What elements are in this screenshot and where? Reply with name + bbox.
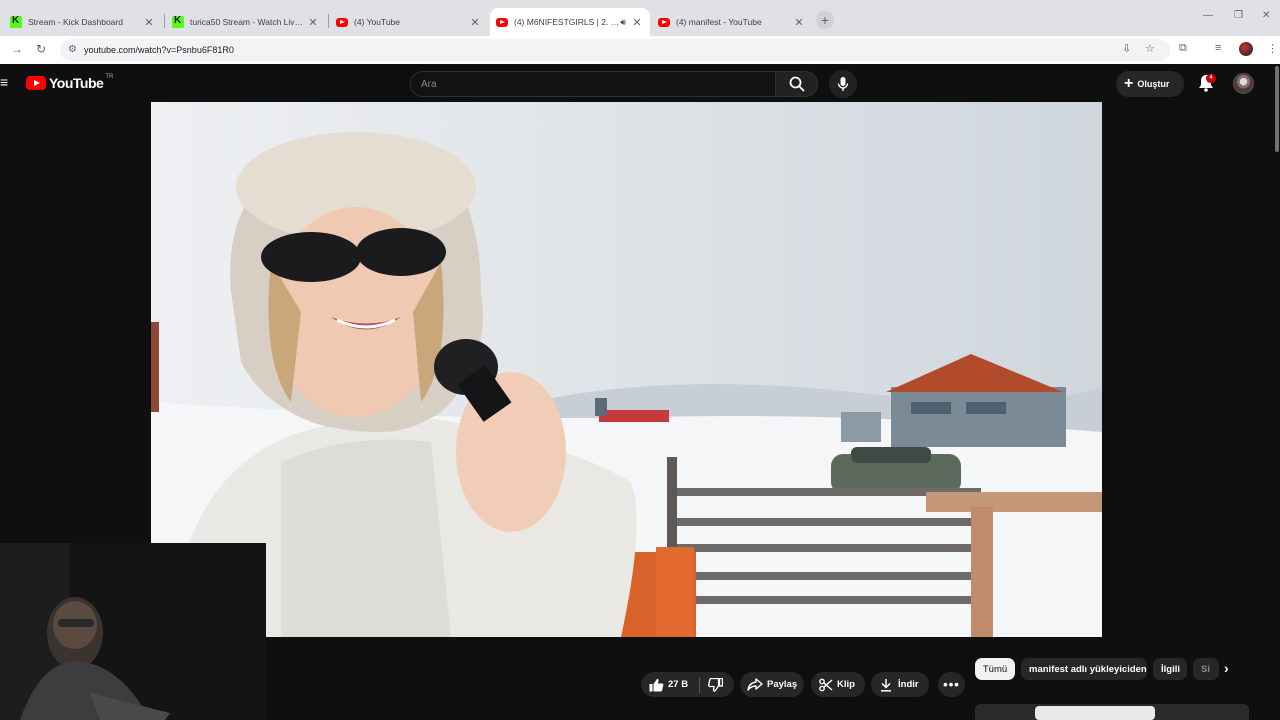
tab-title: (4) YouTube — [354, 17, 400, 27]
url-text: youtube.com/watch?v=Psnbu6F81R0 — [84, 45, 234, 55]
tab-title: Stream - Kick Dashboard — [28, 17, 123, 27]
chip-label: manifest adlı yükleyiciden — [1029, 663, 1147, 675]
clip-button[interactable]: Klip — [811, 672, 865, 697]
chip-label: Tümü — [982, 663, 1008, 675]
like-dislike-group: 27 B — [641, 672, 734, 697]
tab-youtube-search[interactable]: (4) manifest - YouTube ✕ — [652, 8, 812, 36]
tab-title: turica50 Stream - Watch Live on — [190, 17, 306, 27]
logo-wordmark: YouTube — [49, 75, 104, 91]
share-label: Paylaş — [767, 679, 798, 690]
like-count: 27 B — [668, 679, 689, 690]
like-button[interactable]: 27 B — [641, 678, 699, 692]
chip-partial[interactable]: Si — [1193, 658, 1219, 680]
youtube-masthead: ≡ YouTube TR + Oluştur 4 — [0, 64, 1280, 102]
tab-close-icon[interactable]: ✕ — [792, 16, 806, 29]
address-bar[interactable]: ⚙︎ youtube.com/watch?v=Psnbu6F81R0 — [60, 39, 1170, 61]
video-player[interactable] — [151, 102, 1102, 637]
youtube-icon — [496, 17, 508, 27]
kick-icon — [10, 15, 22, 28]
clip-label: Klip — [837, 679, 855, 690]
search-button[interactable] — [775, 71, 818, 97]
tab-close-icon[interactable]: ✕ — [142, 16, 156, 29]
more-actions-button[interactable]: ••• — [938, 672, 965, 697]
youtube-icon — [658, 17, 670, 27]
tab-kick-stream[interactable]: turica50 Stream - Watch Live on ✕ — [166, 8, 326, 36]
install-app-icon[interactable]: ⇩ — [1122, 42, 1131, 55]
share-arrow-icon — [747, 678, 763, 691]
dislike-button[interactable] — [700, 677, 723, 692]
plus-icon: + — [1124, 75, 1134, 92]
chip-from-uploader[interactable]: manifest adlı yükleyiciden — [1021, 658, 1147, 680]
page-scrollbar[interactable] — [1275, 66, 1279, 152]
chip-label: Si — [1201, 663, 1210, 675]
youtube-logo[interactable]: YouTube TR — [26, 74, 114, 91]
tab-kick-dashboard[interactable]: Stream - Kick Dashboard ✕ — [4, 8, 162, 36]
guide-menu-icon[interactable]: ≡ — [0, 75, 10, 89]
search-input[interactable] — [410, 71, 775, 97]
download-label: İndir — [898, 679, 919, 690]
chip-all[interactable]: Tümü — [975, 658, 1015, 680]
browser-menu-icon[interactable]: ⋮ — [1267, 42, 1278, 55]
voice-search-button[interactable] — [829, 70, 857, 98]
youtube-play-icon — [26, 76, 46, 90]
search-bar — [410, 71, 818, 97]
browser-toolbar: → ↻ ⚙︎ youtube.com/watch?v=Psnbu6F81R0 ⇩… — [0, 36, 1280, 64]
chip-related[interactable]: İlgili — [1153, 658, 1187, 680]
download-icon — [881, 678, 891, 692]
country-code: TR — [105, 74, 114, 80]
tab-divider — [164, 14, 165, 28]
more-horizontal-icon: ••• — [943, 677, 960, 692]
video-frame-image — [151, 102, 1102, 637]
scissors-icon — [819, 678, 833, 691]
webcam-feed-image — [0, 543, 266, 720]
thumbs-up-icon — [649, 678, 664, 691]
account-avatar[interactable] — [1233, 73, 1254, 94]
tab-divider — [328, 14, 329, 28]
notification-count-badge: 4 — [1206, 74, 1216, 83]
search-icon — [789, 76, 804, 92]
thumbs-down-icon — [708, 677, 723, 692]
restore-icon[interactable]: ❐ — [1234, 10, 1243, 21]
tab-close-icon[interactable]: ✕ — [306, 16, 320, 29]
create-label: Oluştur — [1137, 79, 1170, 89]
download-button[interactable]: İndir — [871, 672, 929, 697]
tab-youtube-home[interactable]: (4) YouTube ✕ — [330, 8, 488, 36]
chevron-right-icon[interactable]: › — [1224, 660, 1229, 676]
recommended-video-thumbnail[interactable] — [975, 704, 1249, 720]
tab-youtube-video-active[interactable]: (4) M6NIFESTGIRLS | 2. Bolü 🔊︎ ✕ — [490, 8, 650, 36]
tab-close-icon[interactable]: ✕ — [468, 16, 482, 29]
new-tab-button[interactable]: + — [816, 11, 834, 29]
speaker-icon[interactable]: 🔊︎ — [620, 17, 626, 28]
share-button[interactable]: Paylaş — [740, 672, 804, 697]
create-button[interactable]: + Oluştur — [1116, 71, 1184, 97]
tab-close-icon[interactable]: ✕ — [630, 16, 644, 29]
reload-icon[interactable]: ↻ — [36, 42, 46, 56]
browser-profile-avatar[interactable] — [1239, 42, 1253, 56]
forward-icon[interactable]: → — [11, 42, 23, 56]
tab-title: (4) M6NIFESTGIRLS | 2. Bolü — [514, 17, 621, 27]
tab-title: (4) manifest - YouTube — [676, 17, 762, 27]
chip-label: İlgili — [1161, 663, 1180, 675]
microphone-icon — [837, 77, 849, 91]
media-control-icon[interactable]: ≡ — [1215, 42, 1221, 54]
browser-tab-strip: Stream - Kick Dashboard ✕ turica50 Strea… — [0, 0, 1280, 36]
kick-icon — [172, 15, 184, 28]
streamer-webcam-overlay — [0, 543, 266, 720]
extensions-icon[interactable]: ⧉ — [1179, 42, 1187, 55]
minimize-icon[interactable]: — — [1203, 10, 1213, 21]
thumbnail-image — [1035, 706, 1155, 720]
close-window-icon[interactable]: ✕ — [1262, 10, 1270, 21]
youtube-icon — [336, 17, 348, 27]
bookmark-star-icon[interactable]: ☆ — [1145, 42, 1155, 55]
site-info-icon[interactable]: ⚙︎ — [68, 44, 77, 55]
